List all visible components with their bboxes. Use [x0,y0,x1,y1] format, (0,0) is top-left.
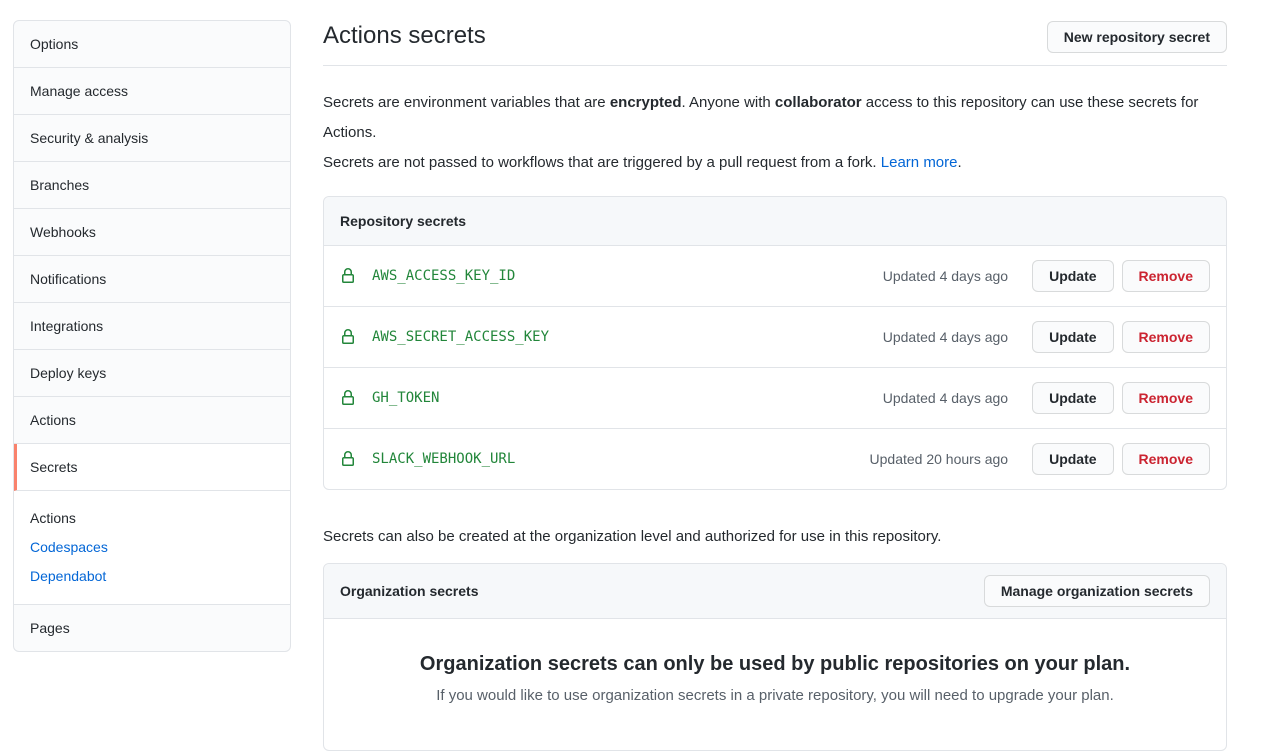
settings-sidebar: Options Manage access Security & analysi… [13,20,291,652]
sidebar-item-webhooks[interactable]: Webhooks [14,209,290,256]
repository-secrets-box: Repository secrets AWS_ACCESS_KEY_ID Upd… [323,196,1227,490]
learn-more-link[interactable]: Learn more [881,154,958,171]
remove-button[interactable]: Remove [1122,260,1210,292]
remove-button[interactable]: Remove [1122,321,1210,353]
sidebar-item-deploy-keys[interactable]: Deploy keys [14,350,290,397]
sidebar-item-actions[interactable]: Actions [14,397,290,444]
new-repository-secret-button[interactable]: New repository secret [1047,21,1227,53]
lock-icon [340,329,356,345]
remove-button[interactable]: Remove [1122,443,1210,475]
secret-name: GH_TOKEN [372,390,883,406]
secret-updated: Updated 20 hours ago [870,451,1009,467]
description-bold-collaborator: collaborator [775,94,862,111]
secret-updated: Updated 4 days ago [883,390,1008,406]
secret-name: SLACK_WEBHOOK_URL [372,451,870,467]
secret-row: SLACK_WEBHOOK_URL Updated 20 hours ago U… [324,429,1226,489]
description-line-1: Secrets are environment variables that a… [323,88,1227,148]
update-button[interactable]: Update [1032,443,1113,475]
secret-row: AWS_SECRET_ACCESS_KEY Updated 4 days ago… [324,307,1226,368]
blankslate-title: Organization secrets can only be used by… [364,653,1186,676]
secret-updated: Updated 4 days ago [883,268,1008,284]
subnav-item-actions[interactable]: Actions [30,504,274,533]
lock-icon [340,451,356,467]
sidebar-item-options[interactable]: Options [14,21,290,68]
sidebar-item-secrets[interactable]: Secrets [14,444,290,491]
sidebar-item-security-analysis[interactable]: Security & analysis [14,115,290,162]
repository-secrets-header: Repository secrets [324,197,1226,246]
actions-secrets-main: Actions secrets New repository secret Se… [323,20,1227,751]
update-button[interactable]: Update [1032,382,1113,414]
repo-settings-page: Options Manage access Security & analysi… [0,0,1268,751]
page-header: Actions secrets New repository secret [323,21,1227,66]
blankslate-subtitle: If you would like to use organization se… [364,687,1186,704]
update-button[interactable]: Update [1032,260,1113,292]
manage-organization-secrets-button[interactable]: Manage organization secrets [984,575,1210,607]
sidebar-item-notifications[interactable]: Notifications [14,256,290,303]
description-text: Secrets are environment variables that a… [323,94,610,111]
description-text: . [958,154,962,171]
organization-secrets-blankslate: Organization secrets can only be used by… [324,619,1226,750]
secrets-description: Secrets are environment variables that a… [323,88,1227,178]
lock-icon [340,268,356,284]
secret-row: GH_TOKEN Updated 4 days ago Update Remov… [324,368,1226,429]
sidebar-item-pages[interactable]: Pages [14,605,290,651]
description-text: Secrets are not passed to workflows that… [323,154,881,171]
secret-name: AWS_ACCESS_KEY_ID [372,268,883,284]
description-bold-encrypted: encrypted [610,94,682,111]
secret-name: AWS_SECRET_ACCESS_KEY [372,329,883,345]
organization-secrets-header: Organization secrets Manage organization… [324,564,1226,619]
description-line-2: Secrets are not passed to workflows that… [323,148,1227,178]
lock-icon [340,390,356,406]
sidebar-item-branches[interactable]: Branches [14,162,290,209]
subnav-item-dependabot[interactable]: Dependabot [30,562,274,591]
secret-updated: Updated 4 days ago [883,329,1008,345]
update-button[interactable]: Update [1032,321,1113,353]
organization-secrets-title: Organization secrets [340,583,479,599]
description-text: . Anyone with [682,94,775,111]
sidebar-item-integrations[interactable]: Integrations [14,303,290,350]
subnav-item-codespaces[interactable]: Codespaces [30,533,274,562]
sidebar-item-manage-access[interactable]: Manage access [14,68,290,115]
secret-row: AWS_ACCESS_KEY_ID Updated 4 days ago Upd… [324,246,1226,307]
remove-button[interactable]: Remove [1122,382,1210,414]
page-title: Actions secrets [323,21,486,51]
secrets-subnav: Actions Codespaces Dependabot [14,491,290,605]
organization-note: Secrets can also be created at the organ… [323,528,1227,545]
organization-secrets-box: Organization secrets Manage organization… [323,563,1227,751]
